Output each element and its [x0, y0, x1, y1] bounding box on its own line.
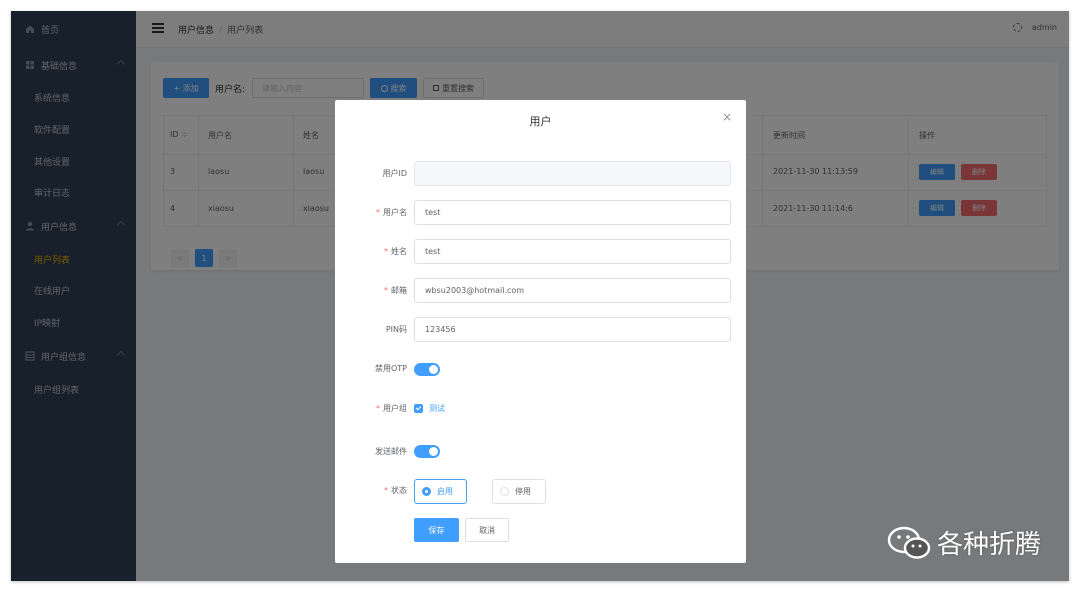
username-input[interactable]: test [414, 200, 731, 225]
cancel-button[interactable]: 取消 [465, 518, 509, 542]
send-mail-switch[interactable] [414, 445, 440, 458]
radio-checked-icon [422, 487, 431, 496]
status-enabled-radio[interactable]: 启用 [414, 479, 467, 504]
field-label-pin: PIN码 [385, 325, 407, 334]
save-button[interactable]: 保存 [414, 518, 459, 542]
field-label-user-id: 用户ID [382, 169, 407, 178]
field-label-username: * 用户名 [376, 208, 407, 217]
field-label-disable-otp: 禁用OTP [374, 364, 407, 373]
watermark-text: 各种折腾 [937, 530, 1042, 560]
user-id-input[interactable] [414, 161, 731, 186]
field-label-send-mail: 发送邮件 [375, 447, 407, 456]
user-dialog: 用户 × 用户ID * 用户名 test * 姓名 test * 邮箱 wbsu200… [335, 100, 746, 563]
email-input[interactable]: wbsu2003@hotmail.com [414, 278, 731, 303]
watermark: 各种折腾 [887, 524, 1041, 561]
status-disabled-radio[interactable]: 停用 [492, 479, 546, 504]
field-label-email: * 邮箱 [384, 286, 407, 295]
name-input[interactable]: test [414, 239, 731, 264]
dialog-title: 用户 [529, 115, 552, 128]
disable-otp-switch[interactable] [414, 363, 440, 376]
pin-input[interactable]: 123456 [414, 317, 731, 342]
field-label-group: * 用户组 [376, 404, 407, 413]
radio-unchecked-icon [500, 487, 509, 496]
field-label-status: * 状态 [384, 486, 407, 495]
group-checkbox[interactable] [414, 404, 423, 413]
close-icon[interactable]: × [722, 110, 732, 124]
app-window: 首页 基础信息 系统信息 软件配置 其他设置 审计日志 用户信息 用户列表 在线… [11, 11, 1069, 581]
wechat-icon [887, 526, 931, 560]
group-option-label[interactable]: 测试 [429, 403, 445, 414]
field-label-name: * 姓名 [384, 247, 407, 256]
